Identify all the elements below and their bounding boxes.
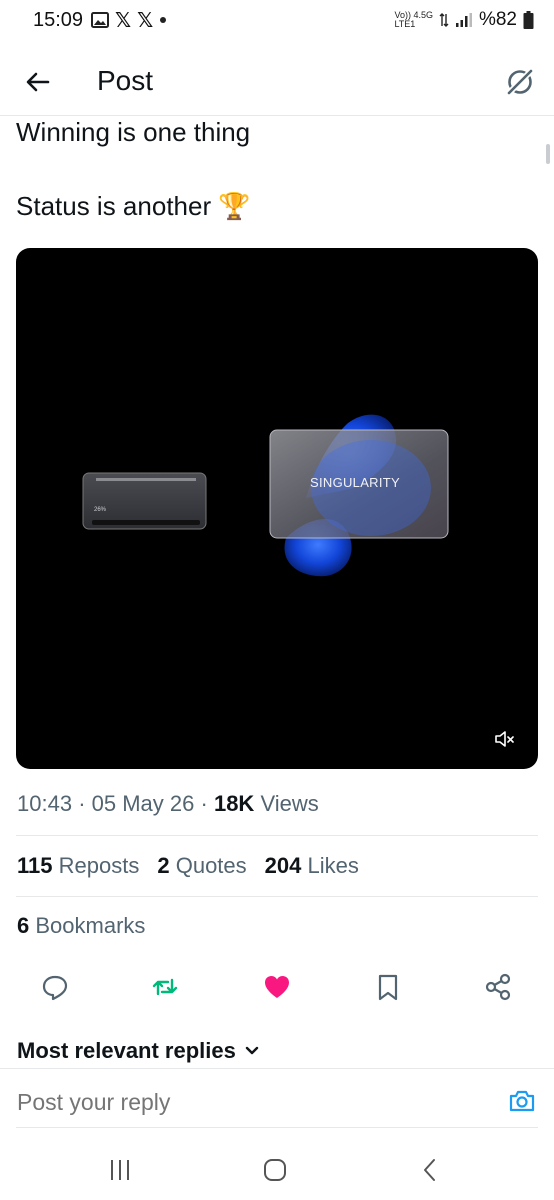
post-text-line-2: Status is another 🏆: [16, 191, 251, 221]
page-title: Post: [97, 65, 154, 96]
post-video[interactable]: 26% SINGULARITY: [16, 248, 538, 769]
divider: [16, 896, 538, 897]
reposts-label: Reposts: [58, 853, 140, 878]
post-date[interactable]: 05 May 26: [92, 791, 195, 816]
grok-button[interactable]: [502, 64, 538, 100]
camera-icon: [509, 1090, 535, 1112]
likes-count: 204: [264, 853, 302, 878]
divider: [16, 835, 538, 836]
views-label: Views: [260, 791, 319, 816]
chevron-down-icon: [245, 1046, 259, 1055]
replies-heading: Most relevant replies: [17, 1038, 236, 1063]
action-bar: [0, 960, 554, 1016]
bookmarks-label: Bookmarks: [35, 913, 146, 938]
like-button[interactable]: [262, 972, 292, 1002]
battery-icon: [523, 11, 534, 29]
quotes-stat[interactable]: 2 Quotes: [157, 853, 246, 879]
x-logo-icon: 𝕏: [137, 8, 154, 32]
heart-filled-icon: [265, 976, 289, 998]
bookmarks-stat[interactable]: 6 Bookmarks: [17, 913, 145, 939]
reply-underline: [16, 1127, 538, 1128]
reply-icon: [42, 975, 68, 1001]
views-count: 18K: [213, 791, 255, 816]
small-card-label: 26%: [94, 507, 107, 513]
status-time: 15:09: [33, 9, 84, 31]
signal-icon: [455, 13, 472, 27]
recents-button[interactable]: [106, 1156, 134, 1184]
reply-input[interactable]: [17, 1089, 457, 1116]
data-arrows-icon: [439, 13, 449, 27]
arrow-left-icon: [26, 72, 50, 92]
reply-composer: [0, 1068, 554, 1130]
small-card: [82, 472, 207, 530]
share-icon: [485, 973, 511, 1001]
reposts-count: 115: [17, 853, 53, 878]
post-meta: 10:43 · 05 May 26 · 18K Views: [17, 791, 319, 817]
camera-button[interactable]: [508, 1087, 536, 1115]
post-text-line-1: Winning is one thing: [16, 117, 251, 147]
scrollbar-thumb[interactable]: [546, 144, 550, 164]
likes-label: Likes: [307, 853, 359, 878]
home-icon: [264, 1159, 286, 1181]
post-time[interactable]: 10:43: [17, 791, 72, 816]
battery-percent: %82: [478, 9, 517, 30]
network-indicator: Vo)) 4.5G LTE1: [394, 11, 433, 29]
share-button[interactable]: [483, 972, 513, 1002]
x-logo-icon: 𝕏: [115, 8, 132, 32]
meta-separator: ·: [200, 791, 208, 816]
status-bar: 15:09 𝕏 𝕏 Vo)) 4.5G LTE1 %82: [0, 0, 554, 44]
card-label: SINGULARITY: [310, 475, 400, 490]
bookmark-button[interactable]: [373, 972, 403, 1002]
bookmark-icon: [378, 974, 398, 1001]
mute-button[interactable]: [494, 729, 516, 749]
reply-button[interactable]: [40, 972, 70, 1002]
dot-icon: [160, 17, 167, 23]
back-icon: [424, 1159, 435, 1181]
replies-sort-dropdown[interactable]: Most relevant replies: [17, 1038, 260, 1064]
repost-button[interactable]: [150, 972, 180, 1002]
top-app-bar: Post: [0, 48, 554, 116]
meta-separator: ·: [78, 791, 86, 816]
network-line: LTE1: [394, 19, 416, 29]
repost-icon: [152, 978, 178, 996]
grok-icon: [505, 67, 535, 97]
image-icon: [91, 12, 109, 28]
speaker-muted-icon: [495, 731, 514, 747]
recents-icon: [111, 1160, 129, 1180]
system-icons: Vo)) 4.5G LTE1 %82: [394, 9, 534, 31]
likes-stat[interactable]: 204 Likes: [265, 853, 359, 879]
home-button[interactable]: [261, 1156, 289, 1184]
bookmarks-count: 6: [17, 913, 30, 938]
engagement-stats: 115 Reposts 2 Quotes 204 Likes: [17, 853, 359, 879]
quotes-count: 2: [157, 853, 170, 878]
notification-icons: 𝕏 𝕏: [91, 10, 167, 30]
nav-back-button[interactable]: [416, 1156, 444, 1184]
back-button[interactable]: [20, 64, 56, 100]
system-nav-bar: [0, 1140, 554, 1200]
reposts-stat[interactable]: 115 Reposts: [17, 853, 139, 879]
quotes-label: Quotes: [175, 853, 247, 878]
